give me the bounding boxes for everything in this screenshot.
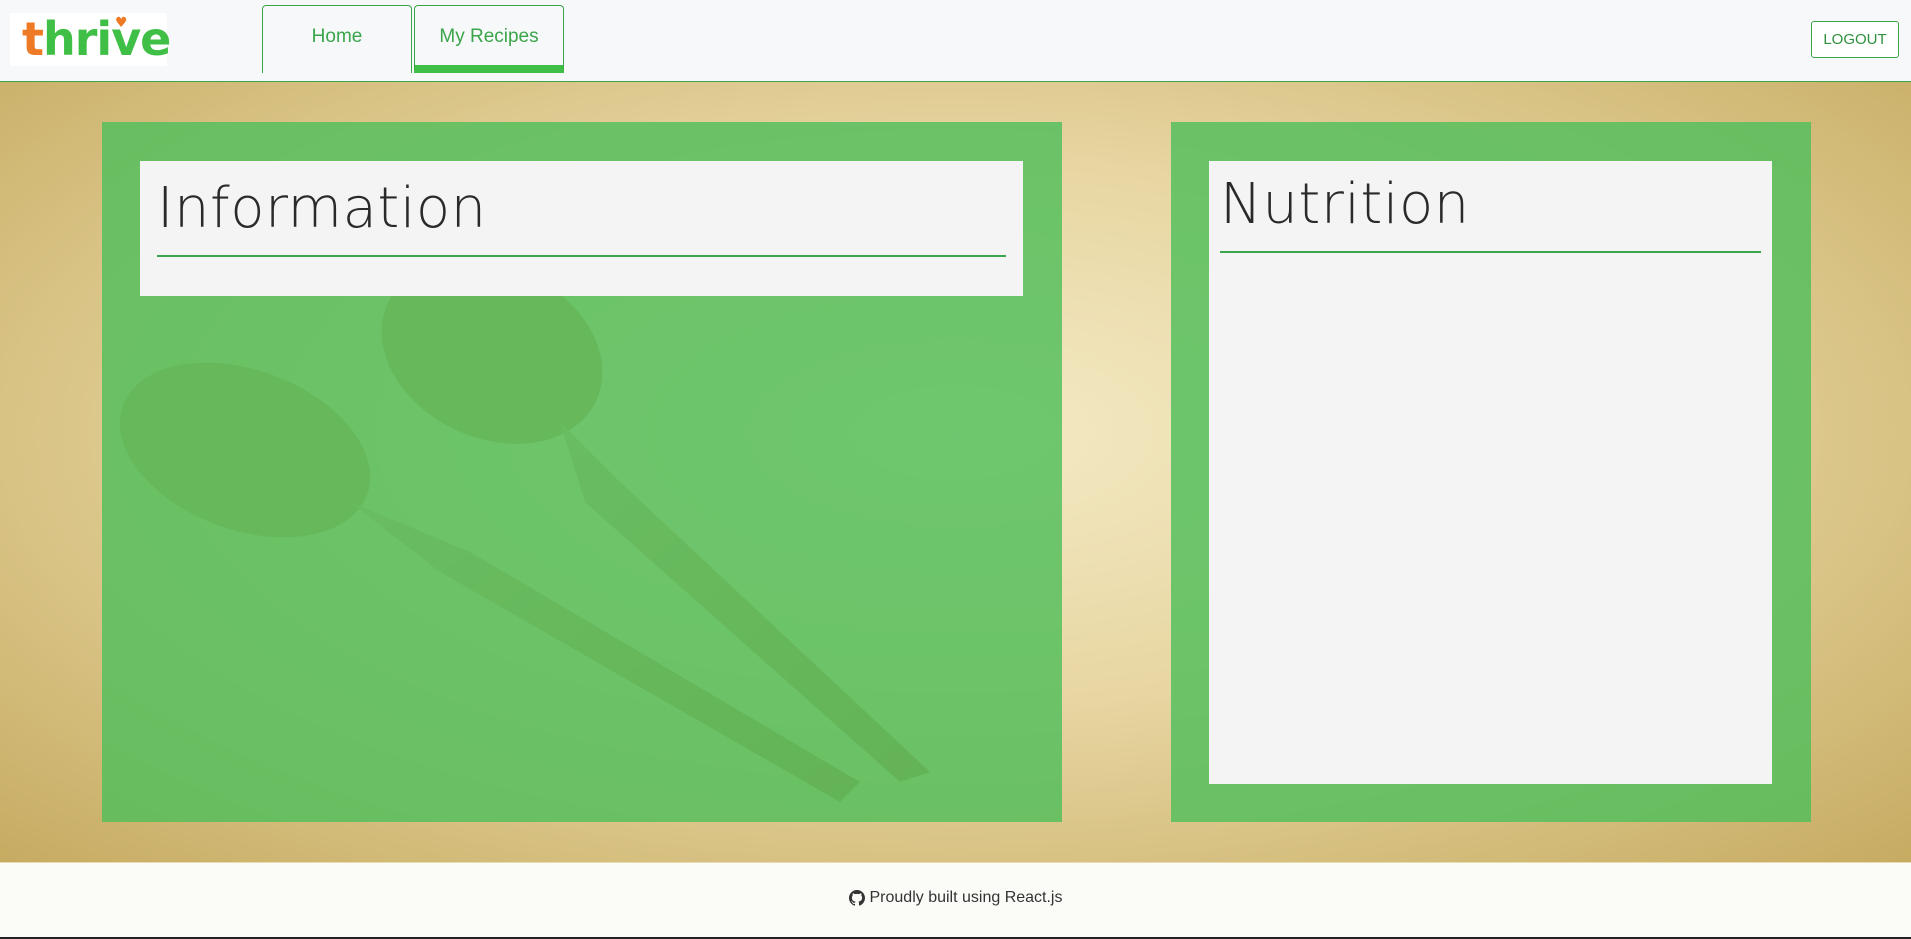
- logo-letter-t: t: [22, 12, 44, 66]
- nutrition-card: Nutrition: [1209, 161, 1772, 784]
- nutrition-heading: Nutrition: [1220, 171, 1761, 253]
- footer: Proudly built using React.js: [0, 863, 1911, 939]
- tab-home[interactable]: Home: [262, 5, 412, 73]
- footer-text: Proudly built using React.js: [869, 889, 1063, 906]
- tab-my-recipes[interactable]: My Recipes: [414, 5, 564, 73]
- information-heading: Information: [157, 175, 1006, 257]
- heart-icon: ♥: [115, 15, 128, 31]
- thrive-logo[interactable]: thrive ♥: [10, 12, 171, 66]
- information-card: Information: [140, 161, 1023, 296]
- logo-letters-hrive: hrive: [43, 12, 171, 66]
- logout-button[interactable]: LOGOUT: [1811, 21, 1899, 58]
- top-navbar: thrive ♥ Home My Recipes LOGOUT: [0, 0, 1911, 82]
- github-icon[interactable]: [848, 890, 865, 906]
